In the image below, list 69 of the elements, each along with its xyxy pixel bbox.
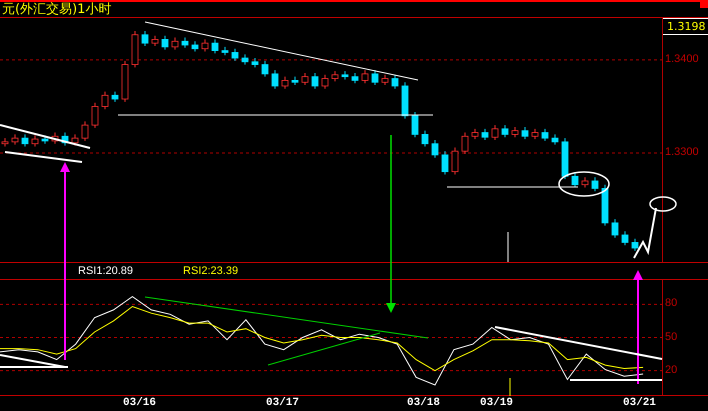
- date-label: 03/16: [123, 397, 156, 409]
- candlestick: [262, 60, 268, 78]
- candlestick: [282, 76, 288, 90]
- current-price: 1.3198: [663, 18, 708, 35]
- candlestick: [152, 35, 158, 46]
- candlestick: [192, 40, 198, 52]
- candlestick: [482, 128, 488, 140]
- candlestick: [432, 140, 438, 158]
- date-label: 03/19: [480, 397, 514, 409]
- candlestick: [32, 134, 38, 148]
- rsi-axis-label: 20: [665, 364, 678, 376]
- candlestick: [202, 38, 208, 52]
- candlestick: [512, 126, 518, 138]
- candlestick: [212, 38, 218, 54]
- candlestick: [312, 72, 318, 90]
- candlestick: [572, 172, 578, 188]
- candlestick: [92, 102, 98, 128]
- candlestick: [172, 37, 178, 50]
- candlestick: [302, 72, 308, 86]
- ellipse-marker: [649, 196, 677, 212]
- chart-title: 元(外汇交易)1小时: [1, 2, 112, 17]
- candlestick: [412, 112, 418, 138]
- date-label: 03/17: [266, 397, 300, 409]
- candlestick: [322, 74, 328, 90]
- candlestick: [462, 132, 468, 154]
- candlestick: [552, 134, 558, 146]
- candlestick: [492, 124, 498, 140]
- candlestick: [272, 70, 278, 90]
- candlestick: [522, 126, 528, 140]
- candlestick: [392, 74, 398, 90]
- date-label: 03/18: [407, 397, 440, 409]
- rsi-axis-label: 50: [665, 330, 678, 342]
- candlestick: [242, 54, 248, 66]
- candlestick: [442, 150, 448, 175]
- candlestick: [142, 30, 148, 46]
- candlestick: [12, 134, 18, 146]
- candlestick: [162, 35, 168, 50]
- candlestick: [382, 74, 388, 86]
- candlestick: [592, 176, 598, 192]
- candlestick: [502, 124, 508, 138]
- candlestick: [422, 130, 428, 148]
- candlestick: [72, 134, 78, 146]
- candlestick: [352, 72, 358, 84]
- candlestick: [182, 37, 188, 48]
- candlestick: [632, 238, 638, 252]
- price-axis-label: 1.3400: [665, 52, 699, 65]
- candlestick: [102, 91, 108, 110]
- candlestick: [612, 218, 618, 238]
- candlestick: [452, 146, 458, 175]
- projection-line: [633, 208, 657, 258]
- rsi-legend: RSI1:20.89: [78, 265, 134, 277]
- candlestick: [532, 128, 538, 140]
- rsi-axis-label: 80: [665, 297, 678, 310]
- price-axis-label: 1.3300: [665, 146, 699, 158]
- candlestick: [22, 134, 28, 148]
- candlestick: [82, 120, 88, 142]
- candlestick: [232, 48, 238, 62]
- candlestick: [332, 70, 338, 82]
- candlestick: [472, 128, 478, 140]
- date-label: 03/21: [623, 397, 656, 409]
- rsi-legend: RSI2:23.39: [183, 265, 238, 277]
- candlestick: [372, 70, 378, 86]
- candlestick: [252, 58, 258, 68]
- candlestick: [582, 176, 588, 188]
- candlestick: [622, 230, 628, 246]
- candlestick: [362, 70, 368, 84]
- ellipse-marker: [558, 171, 610, 197]
- candlestick: [112, 91, 118, 102]
- candlestick: [542, 128, 548, 142]
